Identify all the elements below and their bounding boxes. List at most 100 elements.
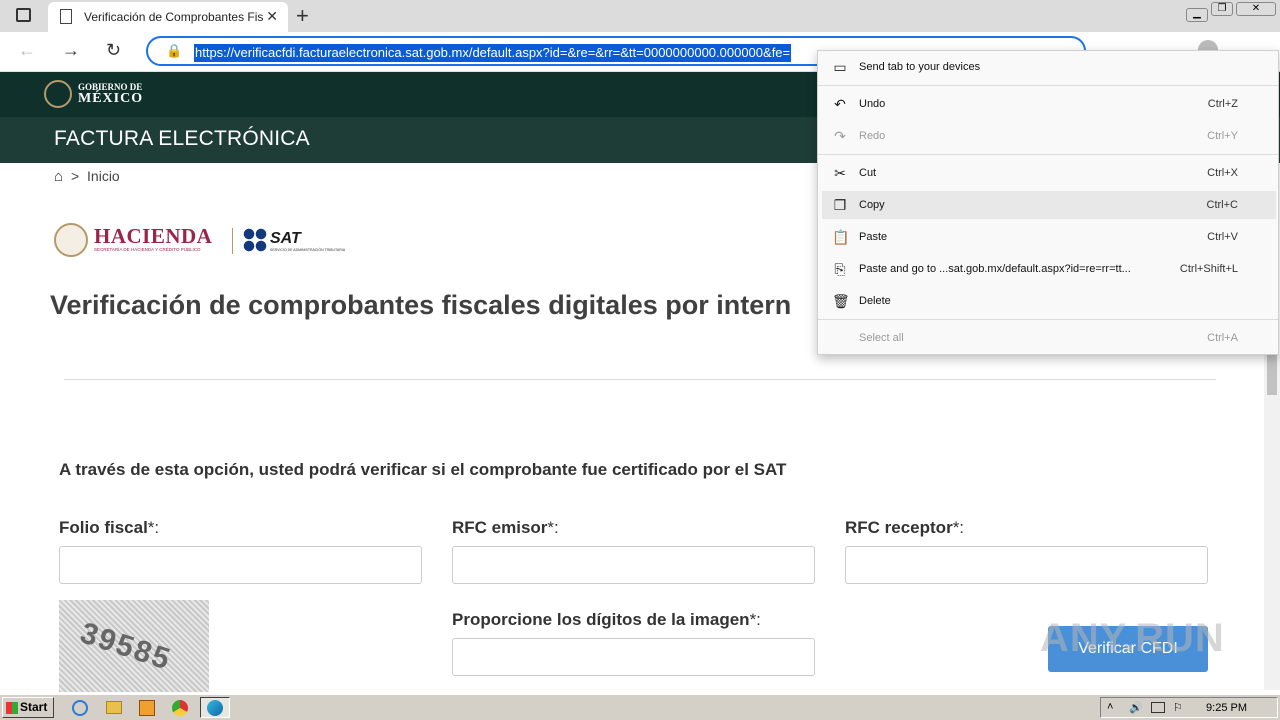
start-button[interactable]: Start bbox=[2, 697, 54, 718]
gov-logo-line2[interactable]: MÉXICO bbox=[78, 91, 143, 107]
menu-cut-shortcut: Ctrl+X bbox=[1207, 167, 1238, 179]
rfc-receptor-label-text: RFC receptor bbox=[845, 518, 953, 537]
network-icon[interactable] bbox=[1151, 702, 1165, 713]
intro-text: A través de esta opción, usted podrá ver… bbox=[59, 460, 787, 479]
chrome-icon[interactable] bbox=[172, 700, 188, 716]
windows-logo-icon bbox=[6, 702, 18, 714]
breadcrumb-separator: > bbox=[70, 168, 80, 184]
breadcrumb-inicio[interactable]: Inicio bbox=[87, 168, 120, 184]
folio-label: Folio fiscal*: bbox=[59, 518, 159, 538]
restore-icon[interactable]: ❐ bbox=[1211, 2, 1233, 16]
page-scrollbar[interactable] bbox=[1264, 355, 1280, 690]
menu-separator bbox=[818, 85, 1278, 86]
close-tab-icon[interactable]: ✕ bbox=[266, 8, 278, 25]
rfc-emisor-label: RFC emisor*: bbox=[452, 518, 559, 538]
menu-undo-shortcut: Ctrl+Z bbox=[1207, 98, 1238, 110]
start-label: Start bbox=[20, 700, 48, 714]
captcha-text: 39585 bbox=[76, 616, 176, 677]
folio-fiscal-input[interactable] bbox=[59, 546, 422, 584]
edge-icon bbox=[207, 700, 223, 716]
media-player-icon[interactable] bbox=[139, 700, 155, 716]
menu-paste-shortcut: Ctrl+V bbox=[1207, 231, 1238, 243]
lock-icon[interactable]: 🔒 bbox=[166, 43, 182, 59]
menu-redo-shortcut: Ctrl+Y bbox=[1207, 130, 1238, 142]
explorer-folder-icon[interactable] bbox=[106, 701, 122, 714]
divider bbox=[64, 379, 1216, 380]
site-title[interactable]: FACTURA ELECTRÓNICA bbox=[54, 127, 310, 151]
required-mark: *: bbox=[147, 518, 160, 537]
rfc-receptor-input[interactable] bbox=[845, 546, 1208, 584]
menu-delete[interactable]: 🗑 Delete bbox=[822, 287, 1276, 315]
breadcrumb: ⌂ > Inicio bbox=[54, 168, 120, 185]
sat-dots-icon bbox=[243, 228, 267, 252]
menu-paste[interactable]: 📋 Paste Ctrl+V bbox=[822, 223, 1276, 251]
gov-eagle-logo-icon bbox=[44, 80, 72, 108]
rfc-emisor-input[interactable] bbox=[452, 546, 815, 584]
scissors-icon: ✂ bbox=[834, 165, 846, 181]
redo-icon: ↷ bbox=[834, 128, 846, 144]
close-window-icon[interactable]: ✕ bbox=[1236, 2, 1276, 16]
edge-taskbar-button[interactable] bbox=[200, 697, 230, 718]
menu-separator bbox=[818, 319, 1278, 320]
back-icon[interactable]: ← bbox=[18, 40, 36, 61]
menu-copy-shortcut: Ctrl+C bbox=[1206, 199, 1238, 211]
home-icon[interactable]: ⌂ bbox=[54, 168, 63, 185]
volume-icon[interactable]: 🔊 bbox=[1129, 701, 1143, 714]
folio-label-text: Folio fiscal bbox=[59, 518, 148, 537]
menu-cut-label: Cut bbox=[859, 167, 877, 179]
sat-logo: SAT SERVICIO DE ADMINISTRACIÓN TRIBUTARI… bbox=[243, 226, 358, 256]
minimize-icon[interactable]: ▁ bbox=[1186, 8, 1208, 22]
send-tab-icon: ▭ bbox=[833, 59, 847, 75]
menu-cut[interactable]: ✂ Cut Ctrl+X bbox=[822, 159, 1276, 187]
tab-title: Verificación de Comprobantes Fis bbox=[84, 10, 264, 24]
menu-redo[interactable]: ↷ Redo Ctrl+Y bbox=[822, 122, 1276, 150]
page-favicon-icon bbox=[60, 9, 72, 24]
captcha-image: 39585 bbox=[59, 600, 209, 692]
menu-paste-label: Paste bbox=[859, 231, 888, 243]
page-title: Verificación de comprobantes fiscales di… bbox=[50, 290, 792, 320]
menu-redo-label: Redo bbox=[859, 130, 886, 142]
required-mark: *: bbox=[952, 518, 965, 537]
hacienda-seal-icon bbox=[54, 223, 88, 257]
flag-icon[interactable]: ⚐ bbox=[1173, 701, 1183, 714]
menu-delete-label: Delete bbox=[859, 295, 891, 307]
sat-subtitle: SERVICIO DE ADMINISTRACIÓN TRIBUTARIA bbox=[270, 248, 346, 252]
system-tray: ˄ 🔊 ⚐ 9:25 PM bbox=[1100, 697, 1278, 718]
captcha-label-text: Proporcione los dígitos de la imagen bbox=[452, 610, 750, 629]
tray-expand-icon[interactable]: ˄ bbox=[1107, 701, 1113, 713]
refresh-icon[interactable]: ↻ bbox=[106, 40, 121, 61]
rfc-emisor-label-text: RFC emisor bbox=[452, 518, 548, 537]
clipboard-icon: 📋 bbox=[832, 229, 850, 245]
url-text[interactable]: https://verificacfdi.facturaelectronica.… bbox=[194, 44, 792, 62]
rfc-receptor-label: RFC receptor*: bbox=[845, 518, 964, 538]
new-tab-icon[interactable]: + bbox=[296, 3, 309, 29]
menu-paste-and-go[interactable]: ⎘ Paste and go to ...sat.gob.mx/default.… bbox=[822, 255, 1276, 283]
scrollbar-thumb[interactable] bbox=[1267, 355, 1277, 395]
menu-copy-label: Copy bbox=[859, 199, 885, 211]
menu-select-all-shortcut: Ctrl+A bbox=[1207, 332, 1238, 344]
watermark: ANY.RUN bbox=[1040, 616, 1225, 660]
tab-actions-icon[interactable] bbox=[16, 8, 31, 22]
menu-undo[interactable]: ↶ Undo Ctrl+Z bbox=[822, 90, 1276, 118]
sat-title: SAT bbox=[270, 230, 301, 247]
hacienda-subtitle: SECRETARÍA DE HACIENDA Y CRÉDITO PÚBLICO bbox=[94, 247, 201, 252]
tab-strip: Verificación de Comprobantes Fis ✕ + ▁ ❐… bbox=[0, 0, 1280, 32]
menu-send-tab[interactable]: ▭ Send tab to your devices bbox=[822, 53, 1276, 81]
hacienda-title: HACIENDA bbox=[94, 224, 213, 248]
clock[interactable]: 9:25 PM bbox=[1206, 702, 1247, 714]
browser-tab[interactable]: Verificación de Comprobantes Fis ✕ bbox=[48, 2, 288, 32]
captcha-label: Proporcione los dígitos de la imagen*: bbox=[452, 610, 761, 630]
logo-divider bbox=[232, 228, 233, 254]
menu-copy[interactable]: ❐ Copy Ctrl+C bbox=[822, 191, 1276, 219]
hacienda-logo: HACIENDA SECRETARÍA DE HACIENDA Y CRÉDIT… bbox=[54, 222, 234, 258]
copy-icon: ❐ bbox=[833, 197, 847, 213]
context-menu: ▭ Send tab to your devices ↶ Undo Ctrl+Z… bbox=[817, 50, 1279, 355]
ie-icon[interactable] bbox=[72, 700, 88, 716]
menu-select-all[interactable]: Select all Ctrl+A bbox=[822, 324, 1276, 352]
menu-paste-go-shortcut: Ctrl+Shift+L bbox=[1179, 263, 1238, 275]
forward-icon[interactable]: → bbox=[62, 40, 80, 61]
captcha-input[interactable] bbox=[452, 638, 815, 676]
taskbar: Start ˄ 🔊 ⚐ 9:25 PM bbox=[0, 694, 1280, 720]
trash-icon: 🗑 bbox=[832, 293, 850, 309]
required-mark: *: bbox=[547, 518, 559, 537]
